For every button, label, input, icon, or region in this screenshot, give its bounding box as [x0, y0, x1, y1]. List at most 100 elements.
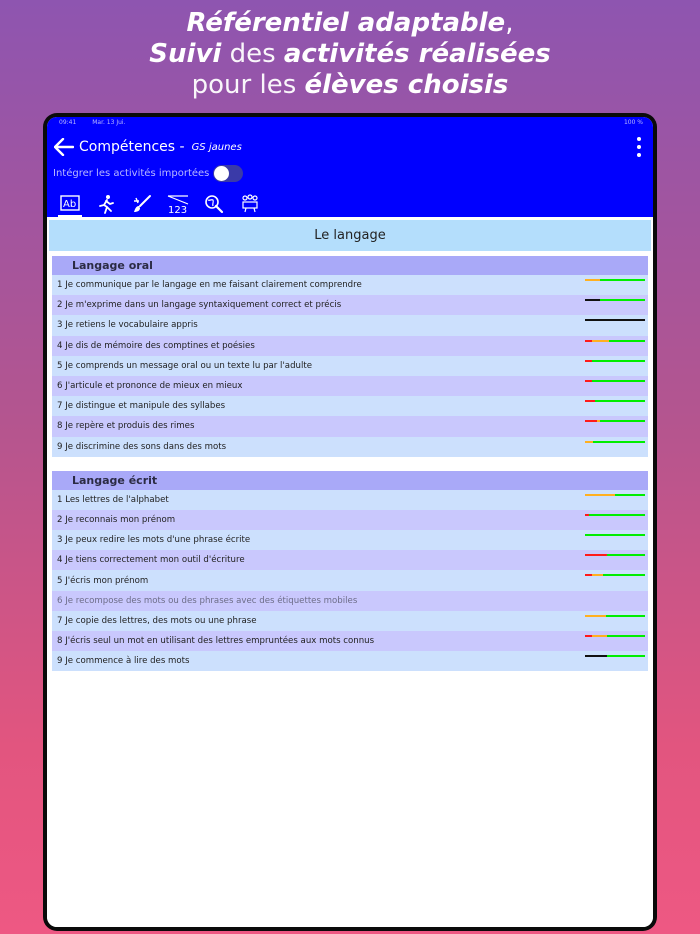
progress-segment-orange [585, 614, 606, 617]
progress-segment-green [600, 279, 645, 281]
competence-row[interactable]: 9 Je discrimine des sons dans des mots [52, 436, 648, 457]
competence-list: 1 Les lettres de l'alphabet 2 Je reconnai… [52, 489, 648, 672]
status-battery: 100 % [623, 119, 643, 126]
competence-row[interactable]: 1 Je communique par le langage en me fai… [52, 275, 648, 296]
progress-segment-orange [592, 635, 608, 637]
progress-bar [585, 359, 645, 362]
tab-explorer-le-monde[interactable] [196, 192, 232, 216]
promo-text: Référentiel adaptable [186, 8, 506, 38]
promo-line-1: Référentiel adaptable, [0, 8, 700, 39]
promo-text: pour les [191, 70, 305, 100]
competence-groups: Langage oral 1 Je communique par le langa… [47, 256, 653, 672]
group-header: Langage oral [52, 256, 648, 275]
progress-bar [585, 379, 645, 382]
back-arrow-icon[interactable] [53, 136, 75, 158]
progress-segment-red [585, 554, 608, 557]
status-time: 09:41 [59, 119, 77, 126]
competence-row[interactable]: 5 Je comprends un message oral ou un tex… [52, 355, 648, 376]
competence-label: 7 Je distingue et manipule des syllabes [57, 401, 226, 412]
progress-bar [585, 339, 645, 342]
competence-row[interactable]: 8 Je repère et produis des rimes [52, 416, 648, 437]
tablet-screen: 09:41 Mar. 13 Jui. 100 % Compétences - G… [47, 117, 653, 927]
numbers-123-icon: 123 [167, 195, 189, 214]
progress-bar [585, 420, 645, 423]
app-bar: 09:41 Mar. 13 Jui. 100 % Compétences - G… [47, 117, 653, 217]
competence-list: 1 Je communique par le langage en me fai… [52, 275, 648, 457]
competence-label: 4 Je dis de mémoire des comptines et poé… [57, 340, 255, 351]
progress-segment-red [585, 379, 593, 382]
progress-segment-green [607, 554, 645, 557]
promo-text: Suivi [149, 39, 222, 69]
competence-group: Langage oral 1 Je communique par le langa… [52, 256, 648, 457]
progress-segment-orange [592, 339, 609, 342]
paintbrush-icon [134, 195, 151, 212]
competence-row[interactable]: 4 Je dis de mémoire des comptines et poé… [52, 335, 648, 356]
competence-row[interactable]: 4 Je tiens correctement mon outil d'écri… [52, 550, 648, 571]
promo-text: des [221, 39, 284, 69]
competence-row[interactable]: 1 Les lettres de l'alphabet [52, 489, 648, 510]
competence-label: 8 J'écris seul un mot en utilisant des l… [57, 636, 375, 647]
promo-line-2: Suivi des activités réalisées [0, 39, 700, 70]
progress-segment-green [606, 614, 645, 617]
progress-bar [585, 440, 645, 443]
group-header: Langage écrit [52, 470, 648, 490]
progress-bar [585, 614, 645, 617]
status-left: 09:41 Mar. 13 Jui. [59, 119, 140, 129]
progress-segment-green [592, 359, 645, 362]
competence-label: 5 J'écris mon prénom [57, 575, 149, 586]
progress-segment-black [585, 655, 608, 658]
more-vert-icon[interactable] [635, 137, 643, 157]
svg-text:Ab: Ab [63, 199, 76, 210]
progress-bar [585, 513, 645, 516]
page-title: Compétences - [79, 139, 185, 155]
competence-row[interactable]: 3 Je retiens le vocabulaire appris [52, 315, 648, 336]
progress-bar [585, 574, 645, 577]
content-area: Le langage Langage oral 1 Je communique p… [47, 217, 653, 927]
competence-row[interactable]: 5 J'écris mon prénom [52, 570, 648, 591]
competence-row[interactable]: 6 J'articule et prononce de mieux en mie… [52, 375, 648, 397]
progress-segment-green [607, 655, 645, 658]
progress-bar [585, 319, 645, 322]
world-search-icon [205, 195, 224, 214]
progress-segment-red [585, 420, 597, 423]
progress-segment-red [585, 635, 593, 637]
competence-row[interactable]: 2 Je reconnais mon prénom [52, 509, 648, 531]
competence-row[interactable]: 2 Je m'exprime dans un langage syntaxiqu… [52, 295, 648, 316]
competence-row[interactable]: 9 Je commence à lire des mots [52, 651, 648, 672]
promo-text: élèves choisis [304, 70, 509, 100]
competence-label: 2 Je reconnais mon prénom [57, 514, 176, 525]
progress-bar [585, 493, 645, 496]
svg-text:123: 123 [168, 205, 187, 214]
toggle-label: Intégrer les activités importées [53, 168, 210, 179]
competence-row[interactable]: 8 J'écris seul un mot en utilisant des l… [52, 631, 648, 652]
competence-row[interactable]: 7 Je copie des lettres, des mots ou une … [52, 610, 648, 631]
progress-segment-black [585, 299, 600, 302]
competence-label: 6 Je recompose des mots ou des phrases a… [57, 595, 358, 606]
toggle-knob [214, 166, 230, 181]
import-toggle-switch[interactable] [213, 165, 244, 182]
competence-label: 6 J'articule et prononce de mieux en mie… [57, 381, 243, 392]
competence-row[interactable]: 3 Je peux redire les mots d'une phrase é… [52, 530, 648, 551]
competence-label: 9 Je discrimine des sons dans des mots [57, 441, 227, 452]
progress-segment-green [608, 339, 645, 342]
competence-label: 9 Je commence à lire des mots [57, 656, 190, 667]
competence-label: 1 Les lettres de l'alphabet [57, 494, 169, 505]
progress-segment-green [592, 379, 645, 382]
promo-header: Référentiel adaptable, Suivi des activit… [0, 8, 700, 101]
title-row: Compétences - GS jaunes [47, 135, 653, 159]
competence-label: 8 Je repère et produis des rimes [57, 421, 195, 432]
progress-segment-black [585, 319, 645, 322]
competence-label: 5 Je comprends un message oral ou un tex… [57, 360, 313, 371]
progress-segment-red [585, 574, 593, 577]
tab-langage[interactable]: Ab [52, 192, 88, 217]
tab-vivre-ensemble[interactable] [232, 192, 268, 216]
promo-text: activités réalisées [283, 39, 551, 69]
tab-activite-physique[interactable] [88, 192, 124, 216]
tab-nombres[interactable]: 123 [160, 192, 196, 216]
page-subtitle: GS jaunes [191, 142, 242, 153]
progress-bar [585, 400, 645, 403]
progress-bar [585, 534, 645, 537]
competence-row[interactable]: 7 Je distingue et manipule des syllabes [52, 396, 648, 417]
tab-activites-artistiques[interactable] [124, 192, 160, 216]
competence-row[interactable]: 6 Je recompose des mots ou des phrases a… [52, 590, 648, 611]
